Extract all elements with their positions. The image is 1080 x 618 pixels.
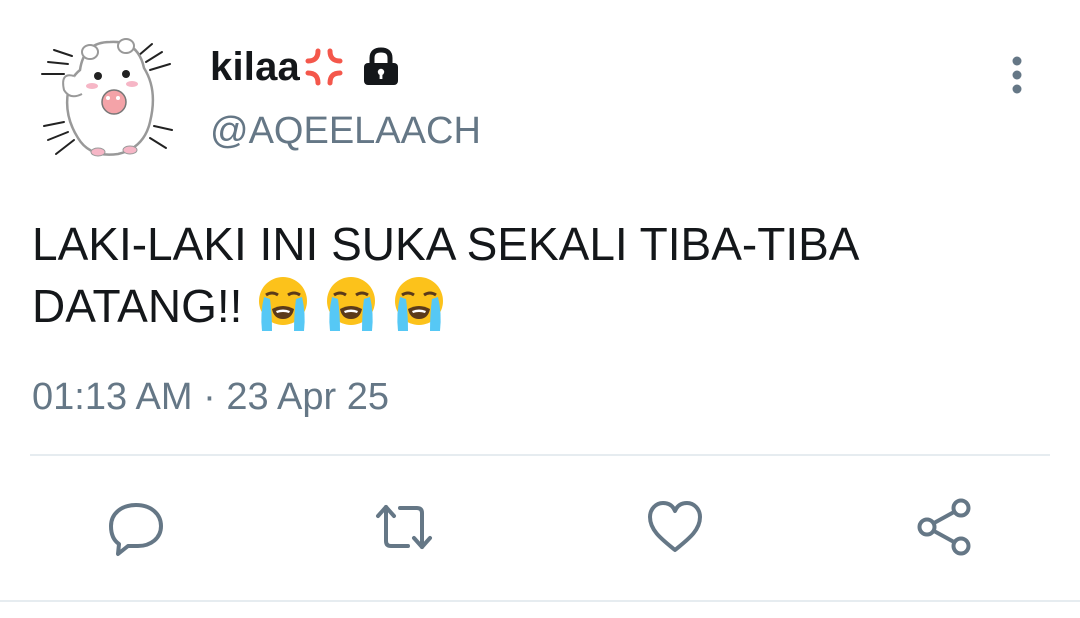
tweet-card[interactable]: kilaa @AQEELAACH LAKI-LAKI INI SUKA SEKA… [0,0,1080,618]
lock-icon [363,47,398,85]
divider [30,454,1050,456]
share-icon [917,498,971,556]
share-button[interactable] [914,497,974,557]
like-button[interactable] [645,497,705,557]
display-name-row[interactable]: kilaa [210,42,402,92]
tweet-timestamp[interactable]: 01:13 AM · 23 Apr 25 [32,378,389,416]
display-name[interactable]: kilaa [210,47,300,87]
loudly-crying-face-icon [395,276,444,331]
retweet-button[interactable] [374,497,434,557]
tweet-text: LAKI-LAKI INI SUKA SEKALI TIBA-TIBA DATA… [32,213,1032,341]
crying-emoji-group [252,273,456,335]
reply-button[interactable] [106,497,166,557]
loudly-crying-face-icon [327,276,376,331]
user-handle[interactable]: @AQEELAACH [210,112,481,150]
more-options-icon[interactable] [1000,55,1034,95]
divider [0,600,1080,602]
loudly-crying-face-icon [259,276,308,331]
heart-icon [648,501,702,552]
retweet-icon [376,505,432,549]
anger-symbol-icon [305,48,343,86]
avatar[interactable] [34,30,182,170]
reply-icon [109,503,163,556]
